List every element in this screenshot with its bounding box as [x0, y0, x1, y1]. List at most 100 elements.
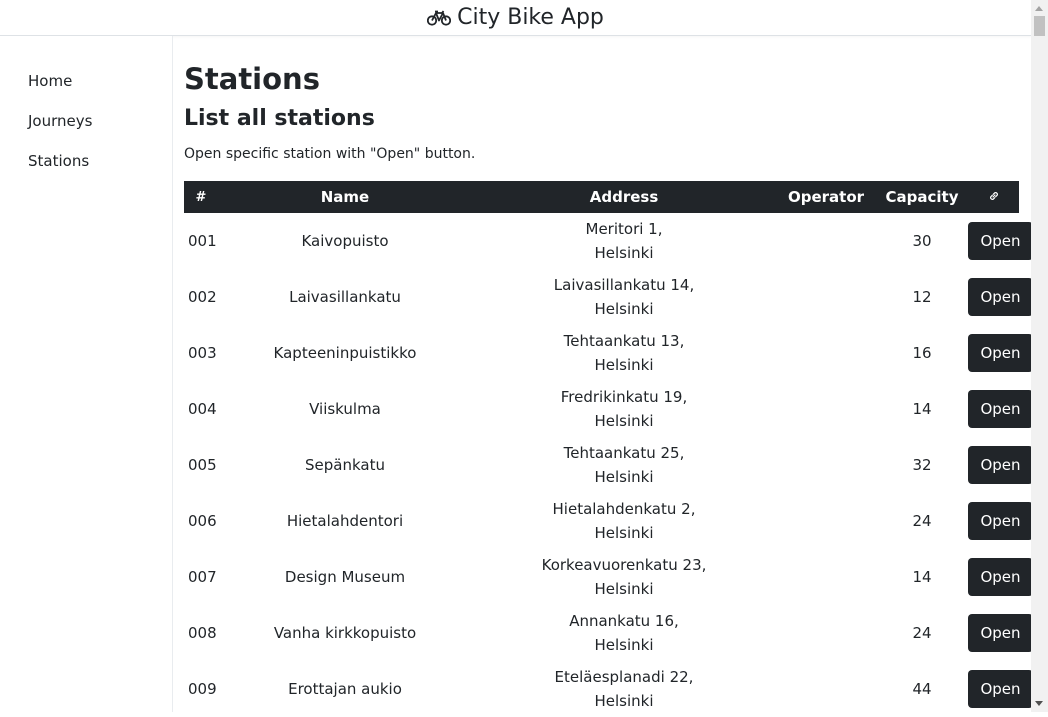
open-station-button[interactable]: Open — [968, 390, 1033, 428]
station-name: Kapteeninpuistikko — [273, 344, 417, 362]
station-action: Open — [968, 605, 1033, 661]
station-address: Eteläesplanadi 22, Helsinki — [472, 661, 776, 717]
station-number: 007 — [188, 568, 217, 586]
sidebar-item-home[interactable]: Home — [28, 72, 72, 90]
address-street: Eteläesplanadi 22, — [554, 668, 694, 686]
address-street: Tehtaankatu 25, — [563, 444, 685, 462]
address-city: Helsinki — [594, 300, 654, 318]
station-operator — [776, 381, 876, 437]
address-street: Annankatu 16, — [569, 612, 679, 630]
station-name: Erottajan aukio — [288, 680, 402, 698]
station-operator — [776, 269, 876, 325]
station-address: Tehtaankatu 13, Helsinki — [472, 325, 776, 381]
open-station-button[interactable]: Open — [968, 670, 1033, 708]
station-number: 003 — [188, 344, 217, 362]
address-city: Helsinki — [594, 580, 654, 598]
sidebar-item-stations[interactable]: Stations — [28, 152, 89, 170]
link-icon — [988, 188, 1000, 206]
station-action: Open — [968, 381, 1033, 437]
column-header-link — [968, 181, 1019, 213]
station-address: Laivasillankatu 14, Helsinki — [472, 269, 776, 325]
scroll-down-arrow-icon[interactable] — [1035, 701, 1043, 706]
open-station-button[interactable]: Open — [968, 446, 1033, 484]
station-action: Open — [968, 661, 1033, 717]
station-operator — [776, 213, 876, 269]
station-capacity: 30 — [912, 232, 932, 250]
open-station-button[interactable]: Open — [968, 614, 1033, 652]
station-address: Fredrikinkatu 19, Helsinki — [472, 381, 776, 437]
station-number: 009 — [188, 680, 217, 698]
station-name: Viiskulma — [309, 400, 381, 418]
station-action: Open — [968, 493, 1033, 549]
station-operator — [776, 661, 876, 717]
station-capacity: 14 — [912, 400, 932, 418]
station-number: 006 — [188, 512, 217, 530]
open-station-button[interactable]: Open — [968, 278, 1033, 316]
open-station-button[interactable]: Open — [968, 222, 1033, 260]
scroll-up-arrow-icon[interactable] — [1035, 6, 1043, 11]
address-street: Korkeavuorenkatu 23, — [541, 556, 707, 574]
address-city: Helsinki — [594, 524, 654, 542]
column-header-number: # — [184, 181, 218, 213]
table-row: 002 Laivasillankatu Laivasillankatu 14, Hel… — [184, 269, 1033, 325]
address-city: Helsinki — [594, 468, 654, 486]
station-name: Design Museum — [284, 568, 406, 586]
table-row: 008 Vanha kirkkopuisto Annankatu 16, Helsin… — [184, 605, 1033, 661]
table-row: 004 Viiskulma Fredrikinkatu 19, Helsinki 14 O… — [184, 381, 1033, 437]
station-action: Open — [968, 549, 1033, 605]
station-capacity: 24 — [912, 512, 932, 530]
station-operator — [776, 493, 876, 549]
open-station-button[interactable]: Open — [968, 558, 1033, 596]
station-operator — [776, 605, 876, 661]
station-name: Kaivopuisto — [301, 232, 389, 250]
scroll-thumb[interactable] — [1034, 16, 1045, 36]
station-name: Laivasillankatu — [289, 288, 401, 306]
station-operator — [776, 549, 876, 605]
station-capacity: 32 — [912, 456, 932, 474]
address-city: Helsinki — [594, 412, 654, 430]
open-station-button[interactable]: Open — [968, 502, 1033, 540]
sidebar: Home Journeys Stations — [0, 36, 173, 712]
open-station-button[interactable]: Open — [968, 334, 1033, 372]
sidebar-item-journeys[interactable]: Journeys — [28, 112, 92, 130]
table-row: 006 Hietalahdentori Hietalahdenkatu 2, Hels… — [184, 493, 1033, 549]
station-action: Open — [968, 269, 1033, 325]
address-street: Laivasillankatu 14, — [553, 276, 695, 294]
address-street: Tehtaankatu 13, — [563, 332, 685, 350]
address-street: Fredrikinkatu 19, — [560, 388, 688, 406]
page-title: Stations — [184, 62, 320, 96]
column-header-operator: Operator — [776, 181, 876, 213]
station-address: Tehtaankatu 25, Helsinki — [472, 437, 776, 493]
brand[interactable]: City Bike App — [427, 5, 604, 30]
station-capacity: 16 — [912, 344, 932, 362]
station-address: Annankatu 16, Helsinki — [472, 605, 776, 661]
station-action: Open — [968, 325, 1033, 381]
app-title: City Bike App — [457, 5, 604, 30]
station-action: Open — [968, 437, 1033, 493]
station-capacity: 12 — [912, 288, 932, 306]
table-row: 007 Design Museum Korkeavuorenkatu 23, Hels… — [184, 549, 1033, 605]
station-address: Korkeavuorenkatu 23, Helsinki — [472, 549, 776, 605]
vertical-scrollbar[interactable] — [1031, 0, 1048, 712]
top-navbar: City Bike App — [0, 0, 1031, 36]
station-address: Meritori 1, Helsinki — [472, 213, 776, 269]
address-street: Hietalahdenkatu 2, — [552, 500, 696, 518]
station-name: Vanha kirkkopuisto — [273, 624, 417, 642]
station-operator — [776, 437, 876, 493]
station-capacity: 14 — [912, 568, 932, 586]
table-row: 001 Kaivopuisto Meritori 1, Helsinki 30 Open — [184, 213, 1033, 269]
address-city: Helsinki — [594, 636, 654, 654]
station-operator — [776, 325, 876, 381]
station-number: 001 — [188, 232, 217, 250]
station-action: Open — [968, 213, 1033, 269]
table-row: 005 Sepänkatu Tehtaankatu 25, Helsinki 32 Ope… — [184, 437, 1033, 493]
station-capacity: 24 — [912, 624, 932, 642]
intro-text: Open specific station with "Open" button… — [184, 146, 476, 162]
station-number: 005 — [188, 456, 217, 474]
station-number: 004 — [188, 400, 217, 418]
bicycle-icon — [427, 9, 452, 26]
stations-table: # Name Address Operator Capacity 001 Kaiv… — [184, 181, 1033, 717]
station-name: Hietalahdentori — [286, 512, 404, 530]
table-header-row: # Name Address Operator Capacity — [184, 181, 1019, 213]
station-capacity: 44 — [912, 680, 932, 698]
